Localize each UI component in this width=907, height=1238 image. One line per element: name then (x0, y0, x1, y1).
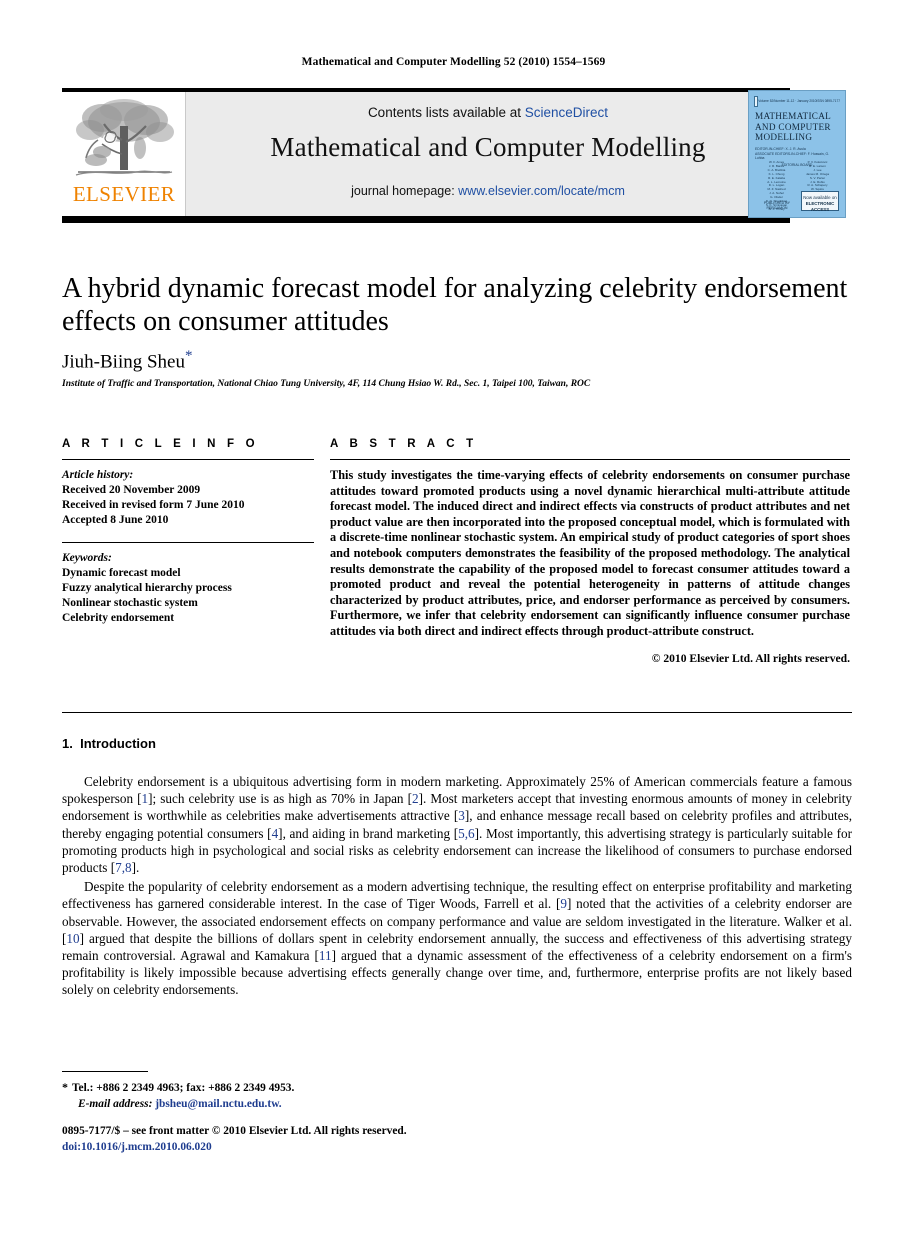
footnote-marker: * (62, 1080, 68, 1094)
contents-line: Contents lists available at ScienceDirec… (186, 105, 790, 120)
article-history-item: Received 20 November 2009 (62, 484, 201, 496)
citation-link[interactable]: 9 (560, 896, 567, 911)
citation-link[interactable]: 5,6 (458, 826, 474, 841)
cover-badge-line-3: ACCESS (810, 207, 830, 212)
article-info-column: A R T I C L E I N F O Article history: R… (62, 438, 314, 626)
contents-prefix: Contents lists available at (367, 105, 525, 120)
citation-link[interactable]: 7,8 (115, 860, 131, 875)
citation-link[interactable]: 10 (66, 931, 79, 946)
author-name: Jiuh-Biing Sheu (62, 351, 185, 373)
cover-volume-label: Volume 52/Number 11-12 · January 2010 (758, 99, 817, 103)
footnote-email-line: E-mail address: jbsheu@mail.nctu.edu.tw. (62, 1097, 562, 1113)
keywords-rule (62, 542, 314, 543)
footnote-contact-line: * Tel.: +886 2 2349 4963; fax: +886 2 234… (62, 1080, 562, 1097)
article-history-label: Article history: (62, 469, 134, 481)
paper-page: Mathematical and Computer Modelling 52 (… (0, 0, 907, 1238)
cover-electronic-access-badge: Now available on ELECTRONIC ACCESS (801, 191, 839, 212)
keyword-item: Dynamic forecast model (62, 567, 181, 579)
cover-publisher: PUBLISHED BY PERGAMON (755, 201, 799, 211)
elsevier-wordmark: ELSEVIER (72, 182, 176, 206)
footer-copyright-block: 0895-7177/$ – see front matter © 2010 El… (62, 1124, 622, 1155)
section-title-text: Introduction (80, 736, 156, 751)
abstract-column: A B S T R A C T This study investigates … (330, 438, 850, 665)
journal-header-band: ELSEVIER Contents lists available at Sci… (62, 92, 790, 216)
doi-link[interactable]: doi:10.1016/j.mcm.2010.06.020 (62, 1140, 622, 1156)
article-info-rule (62, 459, 314, 460)
affiliation: Institute of Traffic and Transportation,… (62, 379, 591, 389)
running-head: Mathematical and Computer Modelling 52 (… (301, 56, 606, 68)
abstract-bottom-rule (62, 712, 852, 713)
keyword-item: Celebrity endorsement (62, 612, 175, 624)
section-number: 1. (62, 736, 73, 751)
abstract-rule (330, 459, 850, 460)
introduction-section: 1. Introduction Celebrity endorsement is… (62, 736, 852, 1001)
footnote-contact: Tel.: +886 2 2349 4963; fax: +886 2 2349… (72, 1082, 295, 1094)
footnote-rule (62, 1071, 148, 1072)
author-list: Jiuh-Biing Sheu* (62, 348, 852, 373)
cover-title-line-1: MATHEMATICAL (755, 111, 832, 121)
cover-title: MATHEMATICAL AND COMPUTER MODELLING (755, 111, 839, 143)
homepage-prefix: journal homepage: (351, 184, 459, 198)
intro-paragraph-2: Despite the popularity of celebrity endo… (62, 879, 852, 998)
citation-link[interactable]: 3 (458, 808, 465, 823)
keyword-item: Fuzzy analytical hierarchy process (62, 582, 232, 594)
footnote-block: * Tel.: +886 2 2349 4963; fax: +886 2 234… (62, 1080, 562, 1112)
cover-publisher-line-2: PERGAMON (766, 206, 788, 210)
header-bottom-rule (62, 216, 790, 223)
journal-header-grey-band: Contents lists available at ScienceDirec… (186, 92, 790, 216)
article-info-heading: A R T I C L E I N F O (62, 438, 259, 450)
journal-cover-thumbnail: Volume 52/Number 11-12 · January 2010 IS… (748, 90, 846, 218)
article-title: A hybrid dynamic forecast model for anal… (62, 273, 848, 337)
journal-title: Mathematical and Computer Modelling (270, 132, 706, 162)
keyword-item: Nonlinear stochastic system (62, 597, 198, 609)
section-title: 1. Introduction (62, 736, 852, 751)
email-link[interactable]: jbsheu@mail.nctu.edu.tw. (155, 1098, 281, 1110)
citation-link[interactable]: 4 (272, 826, 279, 841)
sciencedirect-link[interactable]: ScienceDirect (525, 105, 608, 120)
keywords-label: Keywords: (62, 552, 112, 564)
abstract-text: This study investigates the time-varying… (330, 468, 850, 638)
cover-title-line-2: AND COMPUTER (755, 121, 831, 132)
cover-title-line-3: MODELLING (755, 132, 813, 142)
elsevier-tree-icon (75, 99, 174, 176)
citation-link[interactable]: 1 (142, 791, 149, 806)
journal-homepage-link[interactable]: www.elsevier.com/locate/mcm (458, 184, 625, 198)
issn-line: 0895-7177/$ – see front matter © 2010 El… (62, 1125, 407, 1137)
intro-paragraph-1: Celebrity endorsement is a ubiquitous ad… (62, 774, 852, 876)
cover-issn-label: ISSN 0895-7177 (816, 99, 840, 103)
abstract-heading: A B S T R A C T (330, 438, 478, 450)
corresponding-author-marker: * (184, 348, 193, 364)
article-history-item: Accepted 8 June 2010 (62, 514, 169, 526)
citation-link[interactable]: 11 (319, 948, 332, 963)
article-history-item: Received in revised form 7 June 2010 (62, 499, 245, 511)
elsevier-logo: ELSEVIER (62, 92, 186, 216)
citation-link[interactable]: 2 (412, 791, 419, 806)
abstract-copyright: © 2010 Elsevier Ltd. All rights reserved… (651, 651, 850, 665)
cover-top-bar: Volume 52/Number 11-12 · January 2010 IS… (754, 95, 840, 107)
journal-homepage-line: journal homepage: www.elsevier.com/locat… (186, 184, 790, 198)
email-label: E-mail address: (78, 1097, 153, 1110)
